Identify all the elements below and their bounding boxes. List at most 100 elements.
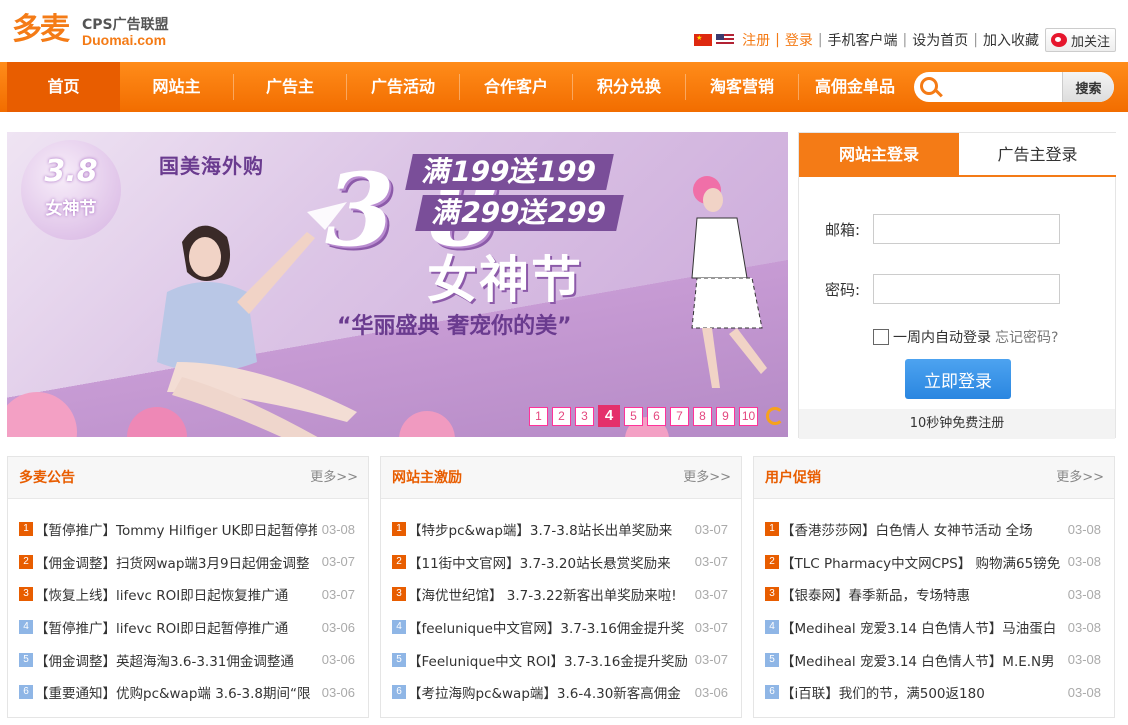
list-item[interactable]: 3 【银泰网】春季新品，专场特惠 03-08 — [765, 578, 1101, 611]
more-link[interactable]: 更多>> — [310, 457, 358, 499]
item-title[interactable]: 【11街中文官网】3.7-3.20站长悬赏奖励来 — [408, 552, 690, 572]
us-flag-icon[interactable] — [716, 34, 735, 46]
set-homepage-link[interactable]: 设为首页 — [912, 30, 968, 50]
login-button[interactable]: 立即登录 — [905, 359, 1011, 399]
item-date: 03-07 — [694, 586, 728, 602]
banner-page-1[interactable]: 1 — [529, 406, 548, 426]
nav-item-partners[interactable]: 合作客户 — [460, 62, 572, 112]
banner-offer-1: 满199送199 — [405, 154, 614, 190]
refresh-icon[interactable] — [766, 407, 784, 425]
list-item[interactable]: 5 【Feelunique中文 ROI】3.7-3.16金提升奖励 03-07 — [392, 643, 728, 676]
item-title[interactable]: 【暂停推广】lifevc ROI即日起暂停推广通 — [35, 617, 317, 637]
item-title[interactable]: 【TLC Pharmacy中文网CPS】 购物满65镑免 — [781, 552, 1063, 572]
item-title[interactable]: 【Feelunique中文 ROI】3.7-3.16金提升奖励 — [408, 650, 690, 670]
item-date: 03-08 — [1067, 684, 1101, 700]
list-item[interactable]: 2 【佣金调整】扫货网wap端3月9日起佣金调整 03-07 — [19, 546, 355, 579]
banner-page-6[interactable]: 6 — [647, 406, 666, 426]
rank-badge: 5 — [765, 652, 779, 667]
item-title[interactable]: 【银泰网】春季新品，专场特惠 — [781, 584, 1063, 604]
rank-badge: 4 — [765, 620, 779, 635]
item-title[interactable]: 【佣金调整】扫货网wap端3月9日起佣金调整 — [35, 552, 317, 572]
promo-banner[interactable]: 3.8 女神节 国美海外购 3 8 满199送199 满299送299 女神节 … — [7, 132, 788, 437]
china-flag-icon[interactable] — [694, 34, 713, 46]
list-item[interactable]: 6 【考拉海购pc&wap端】3.6-4.30新客高佣金 03-06 — [392, 676, 728, 709]
register-link[interactable]: 注册 — [742, 30, 770, 50]
nav-item-advertiser[interactable]: 广告主 — [234, 62, 346, 112]
nav-item-points[interactable]: 积分兑换 — [573, 62, 685, 112]
announcements-box: 多麦公告 更多>> 1 【暂停推广】Tommy Hilfiger UK即日起暂停推… — [7, 456, 369, 718]
list-item[interactable]: 6 【重要通知】优购pc&wap端 3.6-3.8期间“限 03-06 — [19, 676, 355, 709]
email-field[interactable] — [873, 214, 1060, 244]
logo[interactable]: 多麦 CPS广告联盟 Duomai.com — [12, 10, 182, 52]
free-register-link[interactable]: 10秒钟免费注册 — [799, 409, 1115, 439]
item-title[interactable]: 【Mediheal 宠爱3.14 白色情人节】马油蛋白 — [781, 617, 1063, 637]
nav-item-home[interactable]: 首页 — [7, 62, 120, 112]
list-item[interactable]: 4 【暂停推广】lifevc ROI即日起暂停推广通 03-06 — [19, 611, 355, 644]
weibo-follow-button[interactable]: 加关注 — [1044, 28, 1116, 52]
item-title[interactable]: 【i百联】我们的节，满500返180 — [781, 682, 1063, 702]
nav-item-campaigns[interactable]: 广告活动 — [347, 62, 459, 112]
link-divider: | — [902, 32, 908, 48]
banner-page-7[interactable]: 7 — [670, 406, 689, 426]
rank-badge: 3 — [765, 587, 779, 602]
item-title[interactable]: 【佣金调整】英超海淘3.6-3.31佣金调整通 — [35, 650, 317, 670]
rank-badge: 1 — [392, 522, 406, 537]
nav-item-taoke[interactable]: 淘客营销 — [686, 62, 798, 112]
add-favorite-link[interactable]: 加入收藏 — [983, 30, 1039, 50]
nav-item-publisher[interactable]: 网站主 — [120, 62, 233, 112]
forgot-password-link[interactable]: 忘记密码? — [995, 327, 1058, 347]
list-item[interactable]: 3 【恢复上线】lifevc ROI即日起恢复推广通 03-07 — [19, 578, 355, 611]
news-list: 1 【香港莎莎网】白色情人 女神节活动 全场 03-08 2 【TLC Pharmac… — [765, 513, 1101, 709]
list-item[interactable]: 1 【特步pc&wap端】3.7-3.8站长出单奖励来 03-07 — [392, 513, 728, 546]
logo-url: Duomai.com — [82, 32, 167, 48]
item-title[interactable]: 【feelunique中文官网】3.7-3.16佣金提升奖 — [408, 617, 690, 637]
banner-page-3[interactable]: 3 — [575, 406, 594, 426]
item-date: 03-07 — [694, 652, 728, 668]
item-date: 03-07 — [321, 586, 355, 602]
list-item[interactable]: 2 【11街中文官网】3.7-3.20站长悬赏奖励来 03-07 — [392, 546, 728, 579]
search-input[interactable] — [944, 75, 1062, 99]
list-item[interactable]: 6 【i百联】我们的节，满500返180 03-08 — [765, 676, 1101, 709]
banner-page-5[interactable]: 5 — [624, 406, 643, 426]
list-item[interactable]: 5 【Mediheal 宠爱3.14 白色情人节】M.E.N男 03-08 — [765, 643, 1101, 676]
nav-item-high-commission[interactable]: 高佣金单品 — [799, 62, 911, 112]
list-item[interactable]: 4 【Mediheal 宠爱3.14 白色情人节】马油蛋白 03-08 — [765, 611, 1101, 644]
item-title[interactable]: 【Mediheal 宠爱3.14 白色情人节】M.E.N男 — [781, 650, 1063, 670]
tab-publisher-login[interactable]: 网站主登录 — [799, 133, 959, 177]
remember-checkbox[interactable] — [873, 329, 889, 345]
logo-mark: 多麦 — [12, 12, 70, 47]
more-link[interactable]: 更多>> — [683, 457, 731, 499]
item-title[interactable]: 【特步pc&wap端】3.7-3.8站长出单奖励来 — [408, 519, 690, 539]
password-field[interactable] — [873, 274, 1060, 304]
banner-brand: 国美海外购 — [159, 154, 264, 178]
list-item[interactable]: 1 【暂停推广】Tommy Hilfiger UK即日起暂停推 03-08 — [19, 513, 355, 546]
banner-page-10[interactable]: 10 — [739, 406, 758, 426]
list-item[interactable]: 2 【TLC Pharmacy中文网CPS】 购物满65镑免 03-08 — [765, 546, 1101, 579]
search-button[interactable]: 搜索 — [1062, 72, 1114, 102]
password-label: 密码: — [825, 280, 861, 299]
item-date: 03-08 — [321, 521, 355, 537]
tab-advertiser-login[interactable]: 广告主登录 — [959, 133, 1116, 177]
item-date: 03-07 — [694, 521, 728, 537]
item-title[interactable]: 【暂停推广】Tommy Hilfiger UK即日起暂停推 — [35, 519, 317, 539]
banner-page-2[interactable]: 2 — [552, 406, 571, 426]
remember-label: 一周内自动登录 — [893, 330, 991, 346]
item-title[interactable]: 【考拉海购pc&wap端】3.6-4.30新客高佣金 — [408, 682, 690, 702]
logo-tagline: CPS广告联盟 — [82, 17, 169, 33]
list-item[interactable]: 5 【佣金调整】英超海淘3.6-3.31佣金调整通 03-06 — [19, 643, 355, 676]
box-header: 多麦公告 更多>> — [8, 457, 368, 499]
item-title[interactable]: 【恢复上线】lifevc ROI即日起恢复推广通 — [35, 584, 317, 604]
item-title[interactable]: 【重要通知】优购pc&wap端 3.6-3.8期间“限 — [35, 682, 317, 702]
more-link[interactable]: 更多>> — [1056, 457, 1104, 499]
mobile-client-link[interactable]: 手机客户端 — [828, 30, 898, 50]
item-title[interactable]: 【海优世纪馆】 3.7-3.22新客出单奖励来啦! — [408, 584, 690, 604]
list-item[interactable]: 3 【海优世纪馆】 3.7-3.22新客出单奖励来啦! 03-07 — [392, 578, 728, 611]
banner-page-9[interactable]: 9 — [716, 406, 735, 426]
banner-page-8[interactable]: 8 — [693, 406, 712, 426]
login-link[interactable]: 登录 — [785, 30, 813, 50]
list-item[interactable]: 1 【香港莎莎网】白色情人 女神节活动 全场 03-08 — [765, 513, 1101, 546]
login-panel: 网站主登录 广告主登录 邮箱: 密码: 一周内自动登录 忘记密码? 立即登录 1… — [798, 132, 1116, 439]
item-title[interactable]: 【香港莎莎网】白色情人 女神节活动 全场 — [781, 519, 1063, 539]
banner-page-4[interactable]: 4 — [598, 405, 620, 427]
list-item[interactable]: 4 【feelunique中文官网】3.7-3.16佣金提升奖 03-07 — [392, 611, 728, 644]
